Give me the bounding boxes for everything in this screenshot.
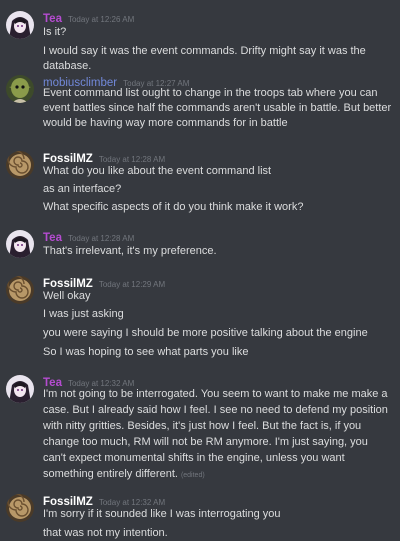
fossil-avatar-icon: [6, 151, 34, 179]
avatar[interactable]: [6, 276, 34, 304]
timestamp: Today at 12:32 AM: [98, 498, 166, 507]
timestamp: Today at 12:26 AM: [67, 15, 135, 24]
mobius-avatar-icon: [6, 75, 34, 103]
tea-avatar-icon: [6, 375, 34, 403]
tea-avatar-icon: [6, 11, 34, 39]
message-line: So I was hoping to see what parts you li…: [43, 346, 249, 358]
edited-marker: (edited): [180, 472, 205, 479]
message-line: Well okay: [43, 290, 91, 302]
username[interactable]: Tea: [43, 232, 62, 244]
message-line: That's irrelevant, it's my preference.: [43, 245, 217, 257]
message-header: Tea Today at 12:28 AM: [43, 230, 134, 244]
message-header: Tea Today at 12:26 AM: [43, 11, 134, 25]
timestamp: Today at 12:28 AM: [67, 234, 135, 243]
timestamp: Today at 12:28 AM: [98, 155, 166, 164]
message-line: Event command list ought to change in th…: [43, 87, 392, 129]
message-line: Is it?: [43, 26, 67, 38]
message-text: I'm not going to be interrogated. You se…: [43, 388, 388, 480]
message-line: that was not my intention.: [43, 527, 168, 539]
timestamp: Today at 12:29 AM: [98, 280, 166, 289]
avatar[interactable]: [6, 11, 34, 39]
fossil-avatar-icon: [6, 494, 34, 522]
message-line: What specific aspects of it do you think…: [43, 201, 304, 213]
message-line: as an interface?: [43, 183, 122, 195]
message-line: I'm not going to be interrogated. You se…: [43, 386, 393, 484]
fossil-avatar-icon: [6, 276, 34, 304]
chat-message-list: Tea Today at 12:26 AM Is it? I would say …: [0, 0, 400, 541]
message-line: I would say it was the event commands. D…: [43, 45, 366, 72]
message-header: FossilMZ Today at 12:29 AM: [43, 276, 165, 290]
avatar[interactable]: [6, 494, 34, 522]
message-line: What do you like about the event command…: [43, 165, 272, 177]
avatar[interactable]: [6, 151, 34, 179]
avatar[interactable]: [6, 230, 34, 258]
avatar[interactable]: [6, 75, 34, 103]
tea-avatar-icon: [6, 230, 34, 258]
message-header: FossilMZ Today at 12:32 AM: [43, 494, 165, 508]
avatar[interactable]: [6, 375, 34, 403]
message-line: I'm sorry if it sounded like I was inter…: [43, 508, 281, 520]
message-line: I was just asking: [43, 308, 124, 320]
message-line: you were saying I should be more positiv…: [43, 327, 368, 339]
username[interactable]: Tea: [43, 13, 62, 25]
message-header: FossilMZ Today at 12:28 AM: [43, 151, 165, 165]
